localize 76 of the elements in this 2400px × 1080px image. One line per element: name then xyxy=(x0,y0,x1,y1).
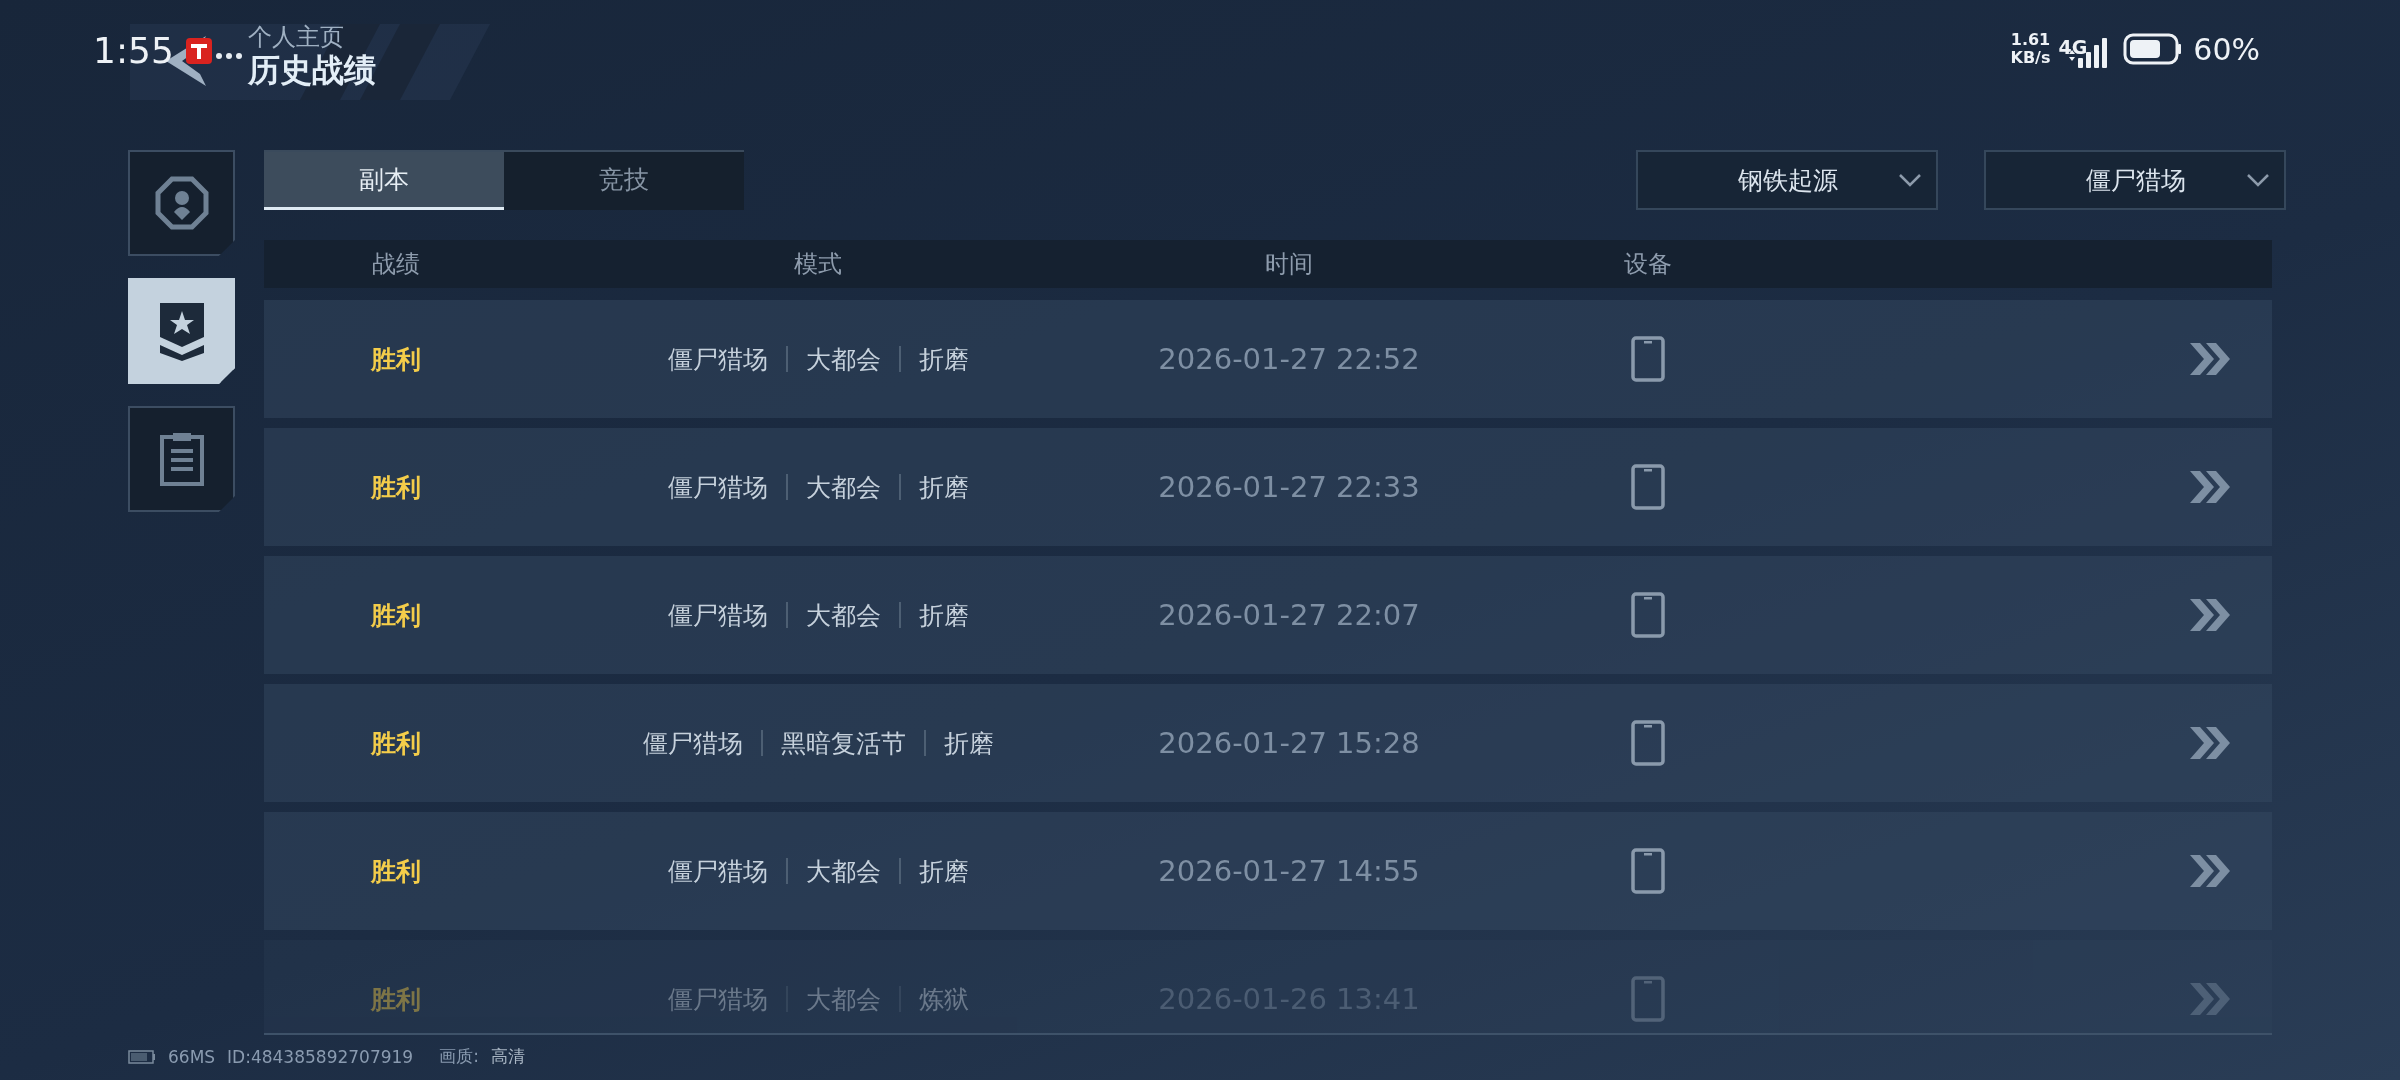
mode-text: 大都会 xyxy=(805,599,881,632)
mode-text: 折磨 xyxy=(918,471,969,504)
phone-icon xyxy=(1631,336,1665,382)
result-text: 胜利 xyxy=(371,983,421,1016)
quality-value: 高清 xyxy=(490,1045,525,1068)
battery-icon xyxy=(2123,33,2184,65)
column-header: 设备 xyxy=(1624,249,1672,280)
mode-text: 大都会 xyxy=(805,983,881,1016)
caret-icon xyxy=(2246,173,2270,187)
mode-text: 炼狱 xyxy=(918,983,969,1016)
mode-text: 折磨 xyxy=(918,599,969,632)
column-header: 模式 xyxy=(794,249,842,280)
profile-badge-icon xyxy=(154,176,209,230)
sidebar-tab[interactable] xyxy=(128,150,235,256)
more-dots-icon xyxy=(215,52,243,60)
match-time: 2026-01-27 15:28 xyxy=(1158,726,1420,760)
battery-percent: 60% xyxy=(2193,31,2260,67)
match-row[interactable]: 胜利 僵尸猎场 大都会 折磨 2026-01-27 22:07 xyxy=(264,556,2272,674)
phone-icon xyxy=(1631,976,1665,1022)
breadcrumb-parent[interactable]: 个人主页 xyxy=(248,24,344,51)
mode-text: 折磨 xyxy=(943,727,994,760)
quality-label: 画质: xyxy=(439,1045,479,1068)
page-title: 历史战绩 xyxy=(248,50,376,92)
mode-text: 僵尸猎场 xyxy=(667,471,768,504)
mode-text: 僵尸猎场 xyxy=(642,727,743,760)
match-row[interactable]: 胜利 僵尸猎场 黑暗复活节 折磨 2026-01-27 15:28 xyxy=(264,684,2272,802)
phone-icon xyxy=(1631,720,1665,766)
app-notification-icon xyxy=(186,38,212,64)
match-row[interactable]: 胜利 僵尸猎场 大都会 折磨 2026-01-27 14:55 xyxy=(264,812,2272,930)
mode-tab[interactable]: 副本 xyxy=(264,152,504,210)
mode-text: 大都会 xyxy=(805,855,881,888)
result-text: 胜利 xyxy=(371,471,421,504)
filter-dropdown[interactable]: 僵尸猎场 xyxy=(1984,150,2286,210)
clipboard-icon xyxy=(158,431,205,487)
phone-icon xyxy=(1631,848,1665,894)
column-header: 战绩 xyxy=(372,249,420,280)
filter-dropdown[interactable]: 钢铁起源 xyxy=(1636,150,1938,210)
double-chevron-icon xyxy=(2188,469,2232,505)
double-chevron-icon xyxy=(2188,725,2232,761)
result-text: 胜利 xyxy=(371,599,421,632)
match-time: 2026-01-27 22:33 xyxy=(1158,470,1420,504)
match-time: 2026-01-27 22:52 xyxy=(1158,342,1420,376)
match-row[interactable]: 胜利 僵尸猎场 大都会 折磨 2026-01-27 22:52 xyxy=(264,300,2272,418)
double-chevron-icon xyxy=(2188,597,2232,633)
double-chevron-icon xyxy=(2188,981,2232,1017)
mode-text: 折磨 xyxy=(918,343,969,376)
sidebar-tab[interactable] xyxy=(128,406,235,512)
rank-medal-icon xyxy=(157,301,206,361)
double-chevron-icon xyxy=(2188,341,2232,377)
network-speed: 1.61 xyxy=(2010,31,2051,49)
network-type: 4G xyxy=(2058,37,2088,57)
caret-icon xyxy=(1898,173,1922,187)
column-header: 时间 xyxy=(1265,249,1313,280)
double-chevron-icon xyxy=(2188,853,2232,889)
mode-text: 折磨 xyxy=(918,855,969,888)
status-time: 1:55 xyxy=(93,30,174,71)
ping-text: 66MS xyxy=(168,1046,216,1067)
mode-text: 大都会 xyxy=(805,471,881,504)
mode-text: 黑暗复活节 xyxy=(780,727,906,760)
match-time: 2026-01-27 22:07 xyxy=(1158,598,1420,632)
mode-text: 僵尸猎场 xyxy=(667,343,768,376)
match-time: 2026-01-27 14:55 xyxy=(1158,854,1420,888)
result-text: 胜利 xyxy=(371,343,421,376)
match-row[interactable]: 胜利 僵尸猎场 大都会 折磨 2026-01-27 22:33 xyxy=(264,428,2272,546)
result-text: 胜利 xyxy=(371,855,421,888)
result-text: 胜利 xyxy=(371,727,421,760)
battery-icon xyxy=(128,1049,156,1064)
phone-icon xyxy=(1631,464,1665,510)
mode-text: 僵尸猎场 xyxy=(667,983,768,1016)
player-id: ID:484385892707919 xyxy=(227,1046,414,1067)
mode-text: 僵尸猎场 xyxy=(667,855,768,888)
network-speed-unit: KB/s xyxy=(2010,49,2051,67)
mode-text: 僵尸猎场 xyxy=(667,599,768,632)
mode-tab[interactable]: 竞技 xyxy=(504,152,744,210)
phone-icon xyxy=(1631,592,1665,638)
mode-text: 大都会 xyxy=(805,343,881,376)
